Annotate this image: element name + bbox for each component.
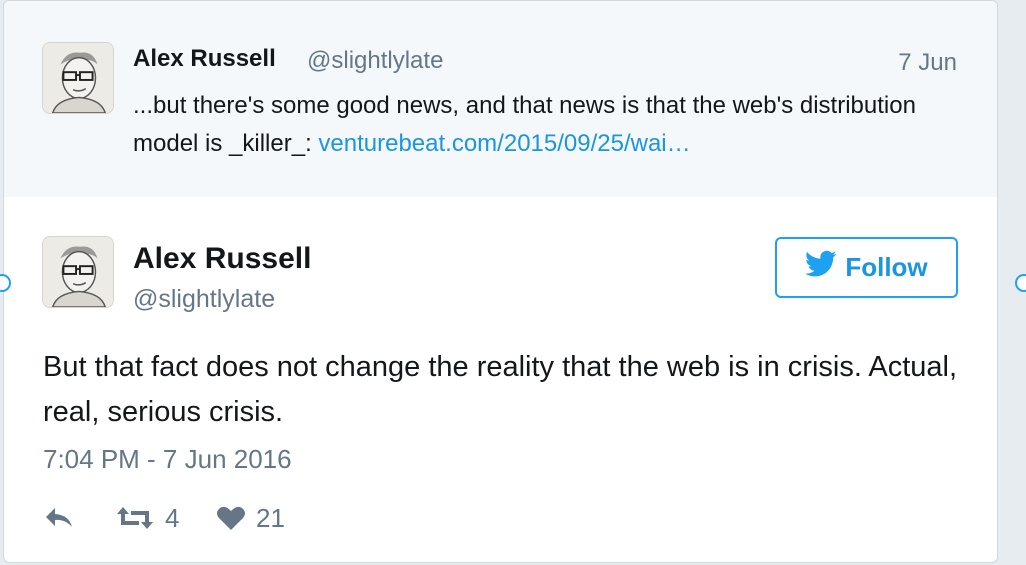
parent-author-name[interactable]: Alex Russell bbox=[133, 45, 276, 73]
right-edge-handle bbox=[1015, 274, 1026, 292]
retweet-count: 4 bbox=[165, 502, 180, 533]
parent-author-handle[interactable]: @slightlylate bbox=[307, 47, 443, 75]
follow-button[interactable]: Follow bbox=[775, 237, 958, 298]
tweet-embed-card: Alex Russell @slightlylate 7 Jun ...but … bbox=[3, 0, 998, 563]
tweet-timestamp[interactable]: 7:04 PM - 7 Jun 2016 bbox=[43, 444, 292, 475]
heart-icon bbox=[216, 505, 246, 531]
parent-tweet[interactable]: Alex Russell @slightlylate 7 Jun ...but … bbox=[4, 1, 997, 197]
like-count: 21 bbox=[256, 502, 285, 533]
parent-tweet-text: ...but there's some good news, and that … bbox=[133, 87, 933, 163]
twitter-bird-icon bbox=[805, 250, 837, 285]
retweet-icon bbox=[115, 505, 155, 531]
reply-arrow-icon bbox=[43, 505, 75, 531]
retweet-button[interactable]: 4 bbox=[115, 499, 179, 537]
follow-button-label: Follow bbox=[845, 252, 928, 282]
tweet-text: But that fact does not change the realit… bbox=[43, 351, 958, 428]
author-name[interactable]: Alex Russell bbox=[133, 242, 311, 276]
author-handle[interactable]: @slightlylate bbox=[133, 285, 275, 314]
parent-tweet-date[interactable]: 7 Jun bbox=[898, 49, 957, 77]
reply-button[interactable] bbox=[43, 499, 75, 537]
parent-author-avatar[interactable] bbox=[42, 42, 114, 114]
author-avatar[interactable] bbox=[42, 236, 114, 308]
parent-tweet-link[interactable]: venturebeat.com/2015/09/25/wai… bbox=[318, 130, 690, 157]
like-button[interactable]: 21 bbox=[216, 499, 285, 537]
